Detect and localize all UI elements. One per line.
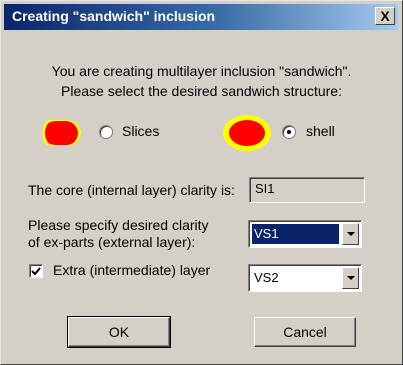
radio-selected-dot (287, 130, 291, 134)
intro-line-2: Please select the desired sandwich struc… (61, 83, 342, 99)
close-button[interactable]: X (375, 7, 395, 25)
close-icon: X (380, 8, 390, 24)
chevron-down-icon[interactable] (342, 267, 359, 289)
external-clarity-value: VS1 (252, 224, 339, 244)
external-clarity-label: Please specify desired clarity of ex-par… (28, 217, 209, 251)
radio-slices[interactable] (99, 125, 113, 139)
core-clarity-field: SI1 (249, 177, 365, 203)
intro-line-1: You are creating multilayer inclusion "s… (51, 63, 352, 79)
extra-layer-label[interactable]: Extra (intermediate) layer (53, 262, 210, 278)
window-title: Creating "sandwich" inclusion (12, 8, 216, 24)
dialog-window: Creating "sandwich" inclusion X You are … (0, 0, 403, 365)
radio-slices-label[interactable]: Slices (122, 123, 159, 139)
external-clarity-select[interactable]: VS1 (248, 220, 362, 248)
title-bar: Creating "sandwich" inclusion X (4, 4, 398, 30)
extra-layer-select[interactable]: VS2 (248, 264, 362, 292)
ok-button[interactable]: OK (67, 316, 171, 348)
radio-shell-label[interactable]: shell (306, 123, 335, 139)
extra-layer-value: VS2 (254, 270, 279, 285)
cancel-button[interactable]: Cancel (254, 317, 356, 347)
shell-icon (223, 115, 271, 151)
checkmark-icon (31, 267, 41, 276)
core-clarity-value: SI1 (255, 181, 275, 196)
radio-shell[interactable] (282, 125, 296, 139)
intro-text: You are creating multilayer inclusion "s… (1, 61, 402, 101)
core-clarity-label: The core (internal layer) clarity is: (28, 182, 235, 198)
external-clarity-label-line-2: of ex-parts (external layer): (28, 234, 196, 250)
chevron-down-icon[interactable] (342, 223, 359, 245)
slices-icon (42, 119, 81, 147)
extra-layer-checkbox[interactable] (29, 264, 43, 278)
external-clarity-label-line-1: Please specify desired clarity (28, 217, 209, 233)
